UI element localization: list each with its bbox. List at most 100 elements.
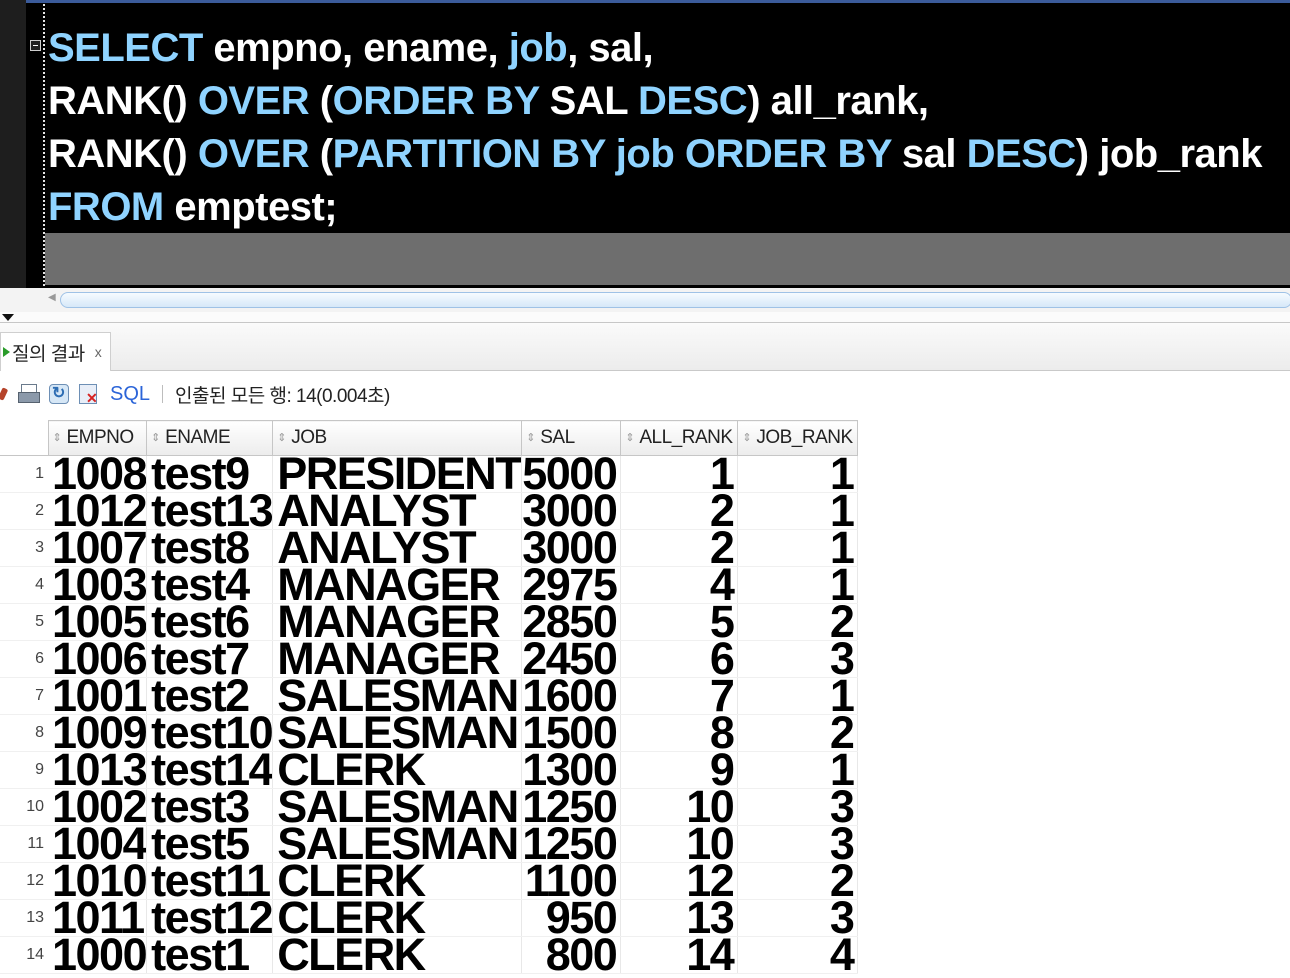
- cell-ename[interactable]: test3: [146, 788, 274, 826]
- cell-empno[interactable]: 1005: [48, 603, 148, 641]
- table-row[interactable]: 9 1013 test14 CLERK 1300 9 1: [0, 751, 859, 789]
- cell-empno[interactable]: 1003: [48, 566, 148, 604]
- cell-ename[interactable]: test11: [146, 862, 274, 900]
- table-row[interactable]: 1 1008 test9 PRESIDENT 5000 1 1: [0, 455, 859, 493]
- table-row[interactable]: 8 1009 test10 SALESMAN 1500 8 2: [0, 714, 859, 752]
- cell-empno[interactable]: 1007: [48, 529, 148, 567]
- column-header-job[interactable]: ⇕ JOB: [272, 420, 523, 456]
- cell-job[interactable]: CLERK: [272, 751, 523, 789]
- scroll-left-icon[interactable]: ◀: [48, 292, 56, 303]
- column-header-sal[interactable]: ⇕ SAL: [521, 420, 622, 456]
- table-row[interactable]: 3 1007 test8 ANALYST 3000 2 1: [0, 529, 859, 567]
- row-number[interactable]: 1: [0, 455, 48, 493]
- cell-all-rank[interactable]: 10: [620, 788, 739, 826]
- cell-job[interactable]: MANAGER: [272, 603, 523, 641]
- table-row[interactable]: 5 1005 test6 MANAGER 2850 5 2: [0, 603, 859, 641]
- cell-empno[interactable]: 1001: [48, 677, 148, 715]
- tab-close-icon[interactable]: x: [95, 344, 102, 360]
- cell-job[interactable]: MANAGER: [272, 566, 523, 604]
- cell-job[interactable]: SALESMAN: [272, 825, 523, 863]
- result-grid[interactable]: ⇕ EMPNO ⇕ ENAME ⇕ JOB ⇕ SAL ⇕ ALL_RANK ⇕ JOB_RANK 1…: [0, 420, 859, 974]
- cell-all-rank[interactable]: 8: [620, 714, 739, 752]
- cell-sal[interactable]: 800: [521, 936, 622, 974]
- cell-all-rank[interactable]: 2: [620, 492, 739, 530]
- cell-empno[interactable]: 1000: [48, 936, 148, 974]
- cell-ename[interactable]: test13: [146, 492, 274, 530]
- cell-sal[interactable]: 2450: [521, 640, 622, 678]
- row-number[interactable]: 5: [0, 603, 48, 641]
- cell-empno[interactable]: 1009: [48, 714, 148, 752]
- cell-sal[interactable]: 3000: [521, 529, 622, 567]
- table-row[interactable]: 10 1002 test3 SALESMAN 1250 10 3: [0, 788, 859, 826]
- row-number[interactable]: 2: [0, 492, 48, 530]
- panel-splitter[interactable]: [0, 312, 1290, 324]
- cell-ename[interactable]: test5: [146, 825, 274, 863]
- row-number[interactable]: 10: [0, 788, 48, 826]
- cell-job[interactable]: CLERK: [272, 862, 523, 900]
- row-number[interactable]: 12: [0, 862, 48, 900]
- cell-empno[interactable]: 1013: [48, 751, 148, 789]
- cell-sal[interactable]: 2975: [521, 566, 622, 604]
- pin-icon[interactable]: [0, 382, 10, 406]
- fold-collapse-icon[interactable]: [30, 40, 41, 51]
- row-number[interactable]: 8: [0, 714, 48, 752]
- cell-job[interactable]: PRESIDENT: [272, 455, 523, 493]
- sql-line[interactable]: FROM emptest;: [48, 181, 1262, 234]
- cell-job[interactable]: SALESMAN: [272, 677, 523, 715]
- row-number[interactable]: 7: [0, 677, 48, 715]
- cell-job-rank[interactable]: 1: [737, 566, 859, 604]
- row-number[interactable]: 3: [0, 529, 48, 567]
- cell-all-rank[interactable]: 10: [620, 825, 739, 863]
- cell-all-rank[interactable]: 9: [620, 751, 739, 789]
- tab-query-results[interactable]: 질의 결과 x: [0, 332, 111, 371]
- cell-empno[interactable]: 1006: [48, 640, 148, 678]
- cell-job[interactable]: CLERK: [272, 899, 523, 937]
- row-number[interactable]: 11: [0, 825, 48, 863]
- cell-sal[interactable]: 3000: [521, 492, 622, 530]
- cell-sal[interactable]: 2850: [521, 603, 622, 641]
- cell-sal[interactable]: 5000: [521, 455, 622, 493]
- cell-job-rank[interactable]: 4: [737, 936, 859, 974]
- table-row[interactable]: 7 1001 test2 SALESMAN 1600 7 1: [0, 677, 859, 715]
- sql-line[interactable]: RANK() OVER (ORDER BY SAL DESC) all_rank…: [48, 75, 1262, 128]
- cell-all-rank[interactable]: 2: [620, 529, 739, 567]
- row-number[interactable]: 4: [0, 566, 48, 604]
- row-number[interactable]: 13: [0, 899, 48, 937]
- cell-all-rank[interactable]: 4: [620, 566, 739, 604]
- cell-job-rank[interactable]: 3: [737, 640, 859, 678]
- cell-sal[interactable]: 1600: [521, 677, 622, 715]
- cell-sal[interactable]: 1100: [521, 862, 622, 900]
- cell-job-rank[interactable]: 1: [737, 455, 859, 493]
- print-icon[interactable]: [18, 382, 40, 406]
- column-header-ename[interactable]: ⇕ ENAME: [146, 420, 274, 456]
- cell-all-rank[interactable]: 6: [620, 640, 739, 678]
- cell-ename[interactable]: test6: [146, 603, 274, 641]
- cell-all-rank[interactable]: 14: [620, 936, 739, 974]
- cell-all-rank[interactable]: 13: [620, 899, 739, 937]
- cell-job-rank[interactable]: 3: [737, 825, 859, 863]
- cell-job-rank[interactable]: 1: [737, 492, 859, 530]
- cell-job[interactable]: ANALYST: [272, 492, 523, 530]
- cell-empno[interactable]: 1010: [48, 862, 148, 900]
- export-icon[interactable]: [78, 382, 100, 407]
- cell-ename[interactable]: test10: [146, 714, 274, 752]
- cell-job[interactable]: ANALYST: [272, 529, 523, 567]
- collapse-triangle-icon[interactable]: [2, 314, 14, 321]
- row-number[interactable]: 9: [0, 751, 48, 789]
- current-line-highlight[interactable]: [45, 233, 1290, 285]
- cell-job-rank[interactable]: 3: [737, 899, 859, 937]
- row-number[interactable]: 6: [0, 640, 48, 678]
- sort-icon[interactable]: ⇕: [53, 432, 63, 443]
- table-row[interactable]: 6 1006 test7 MANAGER 2450 6 3: [0, 640, 859, 678]
- cell-job-rank[interactable]: 3: [737, 788, 859, 826]
- cell-all-rank[interactable]: 5: [620, 603, 739, 641]
- cell-job[interactable]: CLERK: [272, 936, 523, 974]
- table-row[interactable]: 11 1004 test5 SALESMAN 1250 10 3: [0, 825, 859, 863]
- cell-ename[interactable]: test4: [146, 566, 274, 604]
- cell-empno[interactable]: 1012: [48, 492, 148, 530]
- sql-editor[interactable]: SELECT empno, ename, job, sal, RANK() OVE…: [0, 0, 1290, 288]
- sort-icon[interactable]: ⇕: [277, 432, 287, 443]
- cell-ename[interactable]: test2: [146, 677, 274, 715]
- cell-job[interactable]: SALESMAN: [272, 714, 523, 752]
- cell-empno[interactable]: 1004: [48, 825, 148, 863]
